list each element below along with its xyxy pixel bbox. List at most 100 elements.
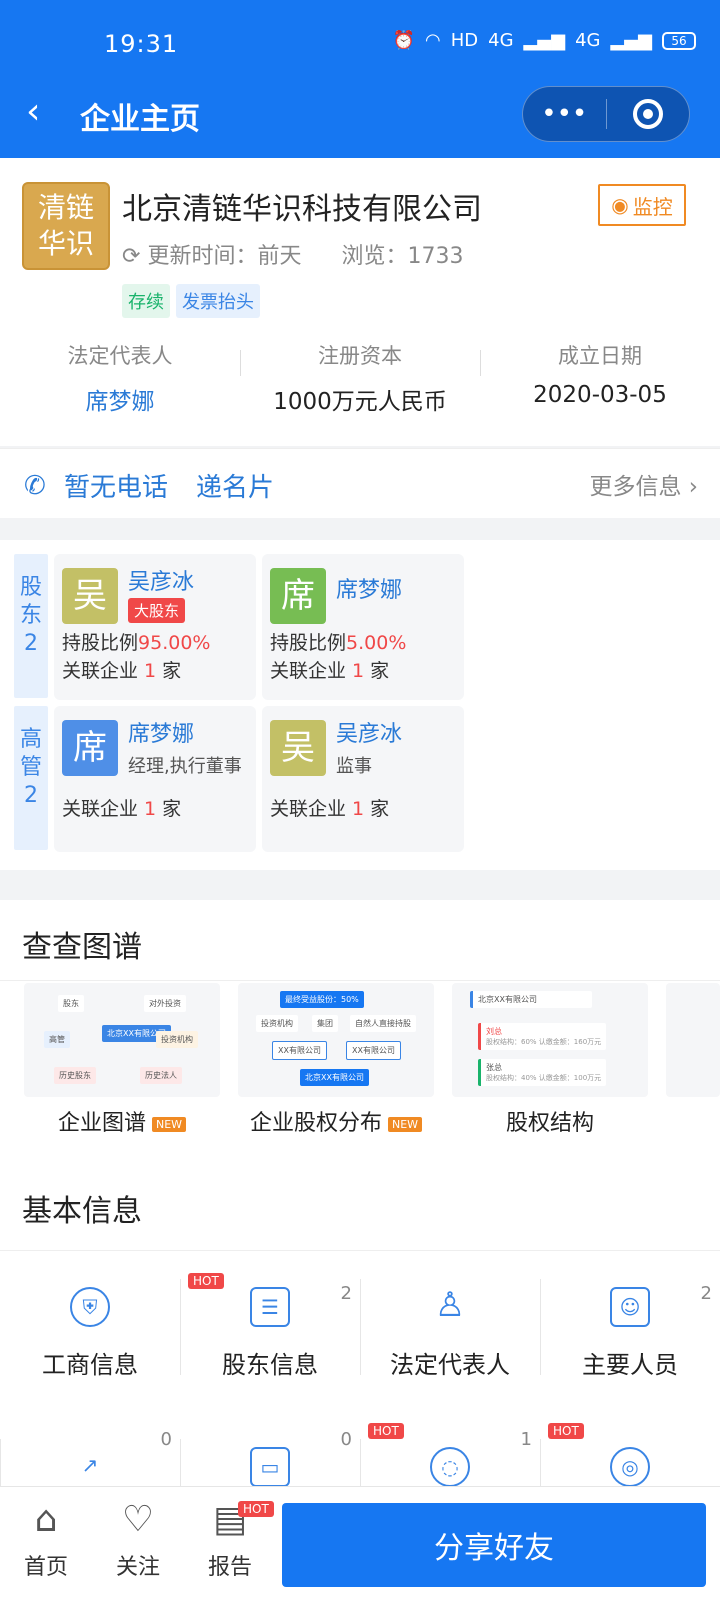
invoice-tag[interactable]: 发票抬头: [176, 284, 260, 318]
graph-caption[interactable]: 股权结构: [452, 1105, 648, 1137]
fact-value: 1000万元人民币: [273, 389, 447, 415]
graph-caption[interactable]: 企业股权分布 NEW: [238, 1105, 434, 1137]
item-count: 0: [340, 1429, 352, 1450]
mini-node: 高管: [44, 1031, 70, 1048]
grid-item-row2[interactable]: 0 ▭: [180, 1411, 360, 1535]
shield-icon: ⛨: [70, 1287, 110, 1327]
share-ratio: 持股比例95.00%: [62, 628, 210, 655]
mini-person-detail: 股权结构：60% 认缴金额：160万元: [486, 1038, 602, 1046]
id-card-icon: ☰: [250, 1287, 290, 1327]
fact-label: 法定代表人: [67, 344, 173, 368]
caption-text: 企业股权分布: [249, 1111, 382, 1136]
grid-item-row2[interactable]: 0 ↗: [0, 1411, 180, 1535]
top-bar: 19:31 ⏰ ◠ HD 4G ▂▄▆ 4G ▂▄▆ 56 ‹ 企业主页 •••: [0, 0, 720, 158]
target-icon: [632, 99, 663, 129]
related-companies: 关联企业 1 家: [270, 656, 389, 683]
wifi-icon: ◠: [425, 30, 441, 51]
fact-label: 注册资本: [318, 344, 402, 368]
side-count: 2: [24, 783, 38, 808]
view-count: 浏览：1733: [341, 244, 464, 269]
graph-caption[interactable]: 企业图谱 NEW: [24, 1105, 220, 1137]
side-char: 管: [19, 755, 42, 780]
person-role: 监事: [336, 756, 372, 777]
mini-row: 投资机构: [256, 1015, 298, 1032]
fact-label: 成立日期: [558, 344, 642, 368]
close-miniprogram-button[interactable]: [607, 87, 690, 141]
mini-node: 对外投资: [144, 995, 186, 1012]
status-tag: 存续: [122, 284, 170, 318]
equity-distribution-thumbnail[interactable]: 最终受益股份：50% 投资机构 集团 自然人直接持股 XX有限公司 XX有限公司…: [238, 983, 434, 1097]
person-icon: ♙: [434, 1285, 466, 1325]
business-info-item[interactable]: ⛨ 工商信息: [0, 1251, 180, 1401]
graph-section: 查查图谱 北京XX有限公司 股东 对外投资 高管 投资机构 历史股东 历史法人 …: [0, 900, 720, 1170]
hd-label: HD: [450, 30, 479, 51]
caption-text: 企业图谱: [57, 1111, 146, 1136]
phone-link[interactable]: 暂无电话: [64, 467, 168, 504]
legal-rep-item[interactable]: ♙ 法定代表人: [360, 1251, 540, 1401]
rel-pre: 关联企业: [270, 798, 353, 820]
shareholder-card[interactable]: 席 席梦娜 持股比例5.00% 关联企业 1 家: [262, 554, 464, 700]
avatar: 吴: [62, 568, 118, 624]
send-card-link[interactable]: 递名片: [196, 467, 274, 504]
document-icon: ▭: [250, 1447, 290, 1487]
hot-badge: HOT: [188, 1273, 224, 1289]
grid-label: 主要人员: [582, 1351, 678, 1379]
company-logo: 清链 华识: [22, 182, 110, 270]
key-personnel-item[interactable]: 2 ☺ 主要人员: [540, 1251, 720, 1401]
related-companies: 关联企业 1 家: [270, 794, 389, 821]
side-count: 2: [24, 631, 38, 656]
hot-badge: HOT: [238, 1501, 274, 1517]
equity-structure-thumbnail[interactable]: 北京XX有限公司 刘总 股权结构：60% 认缴金额：160万元 张总 股权结构：…: [452, 983, 648, 1097]
tab-home[interactable]: ⌂ 首页: [0, 1497, 92, 1581]
grid-item-row2[interactable]: HOT 1 ◌: [360, 1411, 540, 1535]
next-thumbnail-partial[interactable]: [666, 983, 720, 1097]
mini-top: 最终受益股份：50%: [280, 991, 364, 1008]
circle-icon: ◌: [430, 1447, 470, 1487]
person-name[interactable]: 吴彦冰: [128, 564, 194, 596]
more-info-link[interactable]: 更多信息 ›: [589, 467, 698, 501]
monitor-button[interactable]: ◉ 监控: [598, 184, 686, 226]
person-name[interactable]: 席梦娜: [336, 572, 402, 604]
fact-registered-capital: 注册资本 1000万元人民币: [240, 340, 480, 420]
radar-icon: ◎: [610, 1447, 650, 1487]
fact-value[interactable]: 席梦娜: [0, 382, 240, 416]
share-ratio-label: 持股比例: [62, 632, 139, 654]
shareholder-card[interactable]: 吴 吴彦冰 大股东 持股比例95.00% 关联企业 1 家: [54, 554, 256, 700]
person-name[interactable]: 席梦娜: [128, 716, 194, 748]
basic-info-section: 基本信息 ⛨ 工商信息 HOT 2 ☰ 股东信息 ♙ 法定代表人 2 ☺ 主要人…: [0, 1164, 720, 1535]
share-friends-button[interactable]: 分享好友: [282, 1503, 706, 1587]
share-ratio-value: 5.00%: [346, 632, 407, 654]
share-ratio-value: 95.00%: [138, 632, 211, 654]
grid-item-row2[interactable]: HOT ◎: [540, 1411, 720, 1535]
side-char: 高: [19, 727, 42, 752]
related-companies: 关联企业 1 家: [62, 656, 181, 683]
related-companies: 关联企业 1 家: [62, 794, 181, 821]
tab-follow[interactable]: ♡ 关注: [92, 1497, 184, 1581]
person-role: 经理,执行董事: [128, 756, 242, 777]
people-section: 股 东 2 吴 吴彦冰 大股东 持股比例95.00% 关联企业 1 家 席 席梦…: [0, 540, 720, 870]
status-time: 19:31: [104, 30, 179, 58]
rel-num: 1: [352, 798, 365, 820]
mini-node: 股东: [58, 995, 84, 1012]
battery-icon: 56: [662, 31, 696, 50]
rel-num: 1: [144, 660, 157, 682]
phone-icon: ✆: [24, 471, 46, 501]
page-title: 企业主页: [80, 102, 200, 137]
enterprise-graph-thumbnail[interactable]: 北京XX有限公司 股东 对外投资 高管 投资机构 历史股东 历史法人: [24, 983, 220, 1097]
avatar: 席: [270, 568, 326, 624]
executive-card[interactable]: 吴 吴彦冰 监事 关联企业 1 家: [262, 706, 464, 852]
key-facts: 法定代表人 席梦娜 注册资本 1000万元人民币 成立日期 2020-03-05: [0, 340, 720, 420]
mini-mid: XX有限公司: [346, 1041, 401, 1060]
fact-legal-rep[interactable]: 法定代表人 席梦娜: [0, 340, 240, 420]
person-name[interactable]: 吴彦冰: [336, 716, 402, 748]
back-arrow-icon[interactable]: ‹: [26, 94, 54, 134]
signal-icon: ▂▄▆: [523, 30, 566, 51]
more-menu-button[interactable]: •••: [523, 87, 606, 141]
tab-report[interactable]: HOT ▤ 报告: [184, 1497, 276, 1581]
hot-badge: HOT: [548, 1423, 584, 1439]
logo-line-2: 华识: [37, 227, 94, 260]
section-title: 基本信息: [22, 1194, 142, 1229]
shareholder-info-item[interactable]: HOT 2 ☰ 股东信息: [180, 1251, 360, 1401]
executive-card[interactable]: 席 席梦娜 经理,执行董事 关联企业 1 家: [54, 706, 256, 852]
side-char: 东: [19, 603, 42, 628]
